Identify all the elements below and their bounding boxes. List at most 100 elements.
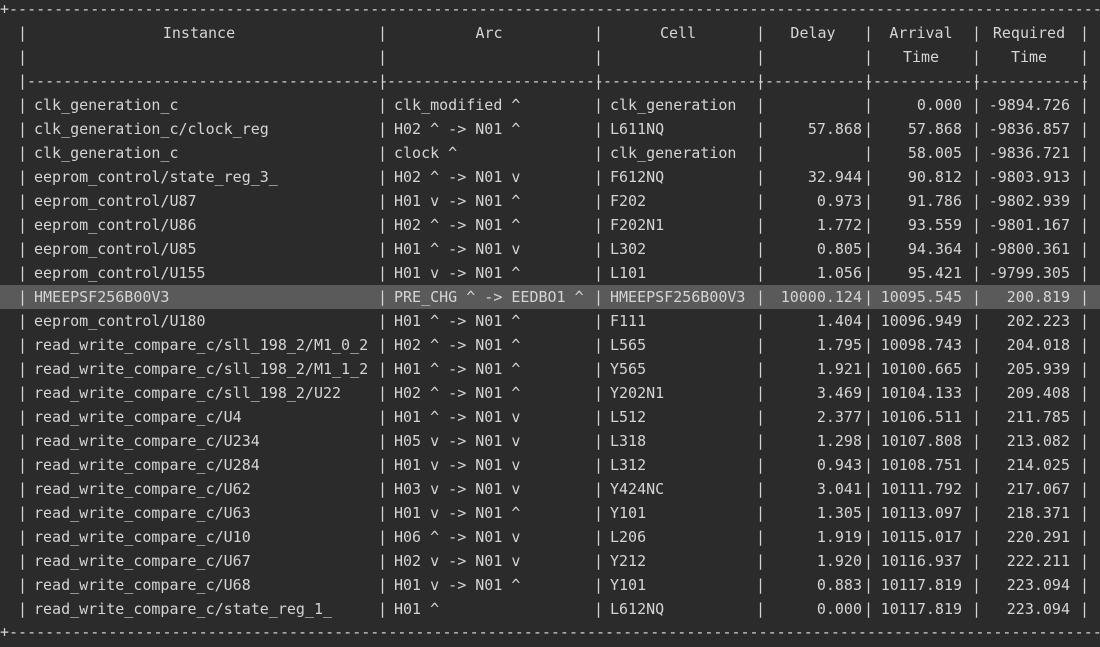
column-separator: | [18, 312, 28, 330]
arrival-cell: 10096.949 [880, 312, 962, 330]
column-separator: | [18, 552, 28, 570]
column-separator: | [594, 288, 604, 306]
column-separator: | [864, 336, 874, 354]
column-separator: | [594, 528, 604, 546]
instance-cell: eeprom_control/U155 [34, 264, 206, 282]
table-row[interactable]: | | | | | | | clk_generation_c/clock_reg H02 ^ -… [0, 117, 1100, 141]
column-separator: | [378, 552, 388, 570]
cell-cell: Y101 [610, 576, 647, 594]
delay-cell: 2.377 [816, 408, 862, 426]
instance-cell: eeprom_control/U87 [34, 192, 197, 210]
arrival-cell: 10116.937 [880, 552, 962, 570]
column-separator: | [756, 168, 766, 186]
table-row[interactable]: | | | | | | | read_write_compare_c/sll_198_2/M1… [0, 357, 1100, 381]
table-row[interactable]: | | | | | | | read_write_compare_c/U63 H01 v -> … [0, 501, 1100, 525]
column-separator: | [864, 264, 874, 282]
column-separator: | [1080, 168, 1090, 186]
arc-cell: H01 ^ -> N01 v [394, 240, 521, 258]
delay-cell: 1.305 [816, 504, 862, 522]
table-row-selected[interactable]: | | | | | | | HMEEPSF256B00V3 PRE_CHG ^ -> EEDBO… [0, 285, 1100, 309]
separator-segment: |------------------ [594, 72, 766, 90]
header-cell: Arc [475, 24, 503, 42]
instance-cell: clk_generation_c [34, 96, 179, 114]
header-cell [18, 45, 380, 69]
column-separator: | [594, 432, 604, 450]
column-separator: | [378, 168, 388, 186]
table-top-border: +---------------------------------------… [0, 0, 1100, 21]
table-row[interactable]: | | | | | | | eeprom_control/U180 H01 ^ -> N01 ^… [0, 309, 1100, 333]
column-separator: | [594, 144, 604, 162]
column-separator: | [18, 144, 28, 162]
column-separator: | [864, 168, 874, 186]
header-cell: Required [992, 24, 1066, 42]
table-row[interactable]: | | | | | | | eeprom_control/U87 H01 v -> N01 ^ F… [0, 189, 1100, 213]
table-row[interactable]: | | | | | | | read_write_compare_c/U4 H01 ^ -> N… [0, 405, 1100, 429]
column-separator: | [18, 504, 28, 522]
table-row[interactable]: | | | | | | | eeprom_control/U85 H01 ^ -> N01 vL… [0, 237, 1100, 261]
cell-cell: F202N1 [610, 216, 665, 234]
column-separator: | [378, 432, 388, 450]
column-separator: | [1080, 456, 1090, 474]
table-row[interactable]: | | | | | | | eeprom_control/U86 H02 ^ -> N01 ^ F… [0, 213, 1100, 237]
column-separator: | [756, 360, 766, 378]
arc-cell: H01 ^ -> N01 v [394, 408, 521, 426]
column-separator: | [756, 576, 766, 594]
border-dashes: +---------------------------------------… [0, 0, 1100, 18]
column-separator: | [18, 192, 28, 210]
column-separator: | [378, 384, 388, 402]
table-row[interactable]: | | | | | | | read_write_compare_c/state_reg_1_… [0, 597, 1100, 621]
column-separator: | [756, 144, 766, 162]
instance-cell: clk_generation_c [34, 144, 179, 162]
column-separator: | [864, 120, 874, 138]
cell-cell: clk_generation [610, 144, 737, 162]
delay-cell: 1.795 [816, 336, 862, 354]
column-separator: | [1080, 432, 1090, 450]
arrival-cell: 10106.511 [880, 408, 962, 426]
table-row[interactable]: | | | | | | | read_write_compare_c/sll_198_2/M1… [0, 333, 1100, 357]
table-row[interactable]: | | | | | | | read_write_compare_c/U234 H05 v ->… [0, 429, 1100, 453]
table-row[interactable]: | | | | | | | read_write_compare_c/U68 H01 v -> … [0, 573, 1100, 597]
column-separator: | [864, 144, 874, 162]
table-row[interactable]: | | | | | | | eeprom_control/U155 H01 v -> N01 ^… [0, 261, 1100, 285]
delay-cell [766, 93, 862, 117]
required-cell: 209.408 [1006, 384, 1070, 402]
arrival-cell: 10111.792 [880, 480, 962, 498]
table-row[interactable]: | | | | | | | read_write_compare_c/U67 H02 v -> … [0, 549, 1100, 573]
required-cell: 205.939 [1006, 360, 1070, 378]
column-separator: | [378, 480, 388, 498]
delay-cell: 57.868 [807, 120, 862, 138]
delay-cell: 0.943 [816, 456, 862, 474]
instance-cell: clk_generation_c/clock_reg [34, 120, 269, 138]
arrival-cell: 10107.808 [880, 432, 962, 450]
column-separator: | [594, 192, 604, 210]
column-separator: | [1080, 600, 1090, 618]
table-row[interactable]: | | | | | | | read_write_compare_c/U62 H03 v -> … [0, 477, 1100, 501]
cell-cell: L101 [610, 264, 647, 282]
arc-cell: H01 v -> N01 ^ [394, 504, 521, 522]
header-separator: |---------------------------------------… [0, 69, 1100, 93]
table-row[interactable]: | | | | | | | eeprom_control/state_reg_3_ H02 ^ … [0, 165, 1100, 189]
required-cell: 202.223 [1006, 312, 1070, 330]
required-cell: 217.067 [1006, 480, 1070, 498]
column-separator: | [1080, 336, 1090, 354]
instance-cell: read_write_compare_c/sll_198_2/U22 [34, 384, 342, 402]
table-row[interactable]: | | | | | | | read_write_compare_c/sll_198_2/U2… [0, 381, 1100, 405]
cell-cell: clk_generation [610, 96, 737, 114]
arrival-cell: 93.559 [907, 216, 962, 234]
column-separator: | [378, 216, 388, 234]
column-separator: | [378, 408, 388, 426]
column-separator: | [1080, 552, 1090, 570]
delay-cell: 1.056 [816, 264, 862, 282]
arc-cell: H02 ^ -> N01 ^ [394, 216, 521, 234]
delay-cell: 0.973 [816, 192, 862, 210]
column-separator: | [378, 336, 388, 354]
column-separator: | [18, 336, 28, 354]
table-row[interactable]: | | | | | | | read_write_compare_c/U284 H01 v ->… [0, 453, 1100, 477]
table-row[interactable]: | | | | | | | clk_generation_c clock ^ clk_genera… [0, 141, 1100, 165]
column-separator: | [18, 384, 28, 402]
table-row[interactable]: | | | | | | | read_write_compare_c/U10 H06 ^ -> … [0, 525, 1100, 549]
cell-cell: Y202N1 [610, 384, 665, 402]
required-cell: 220.291 [1006, 528, 1070, 546]
table-row[interactable]: | | | | | | | clk_generation_c clk_modified ^ clk… [0, 93, 1100, 117]
column-separator: | [594, 576, 604, 594]
